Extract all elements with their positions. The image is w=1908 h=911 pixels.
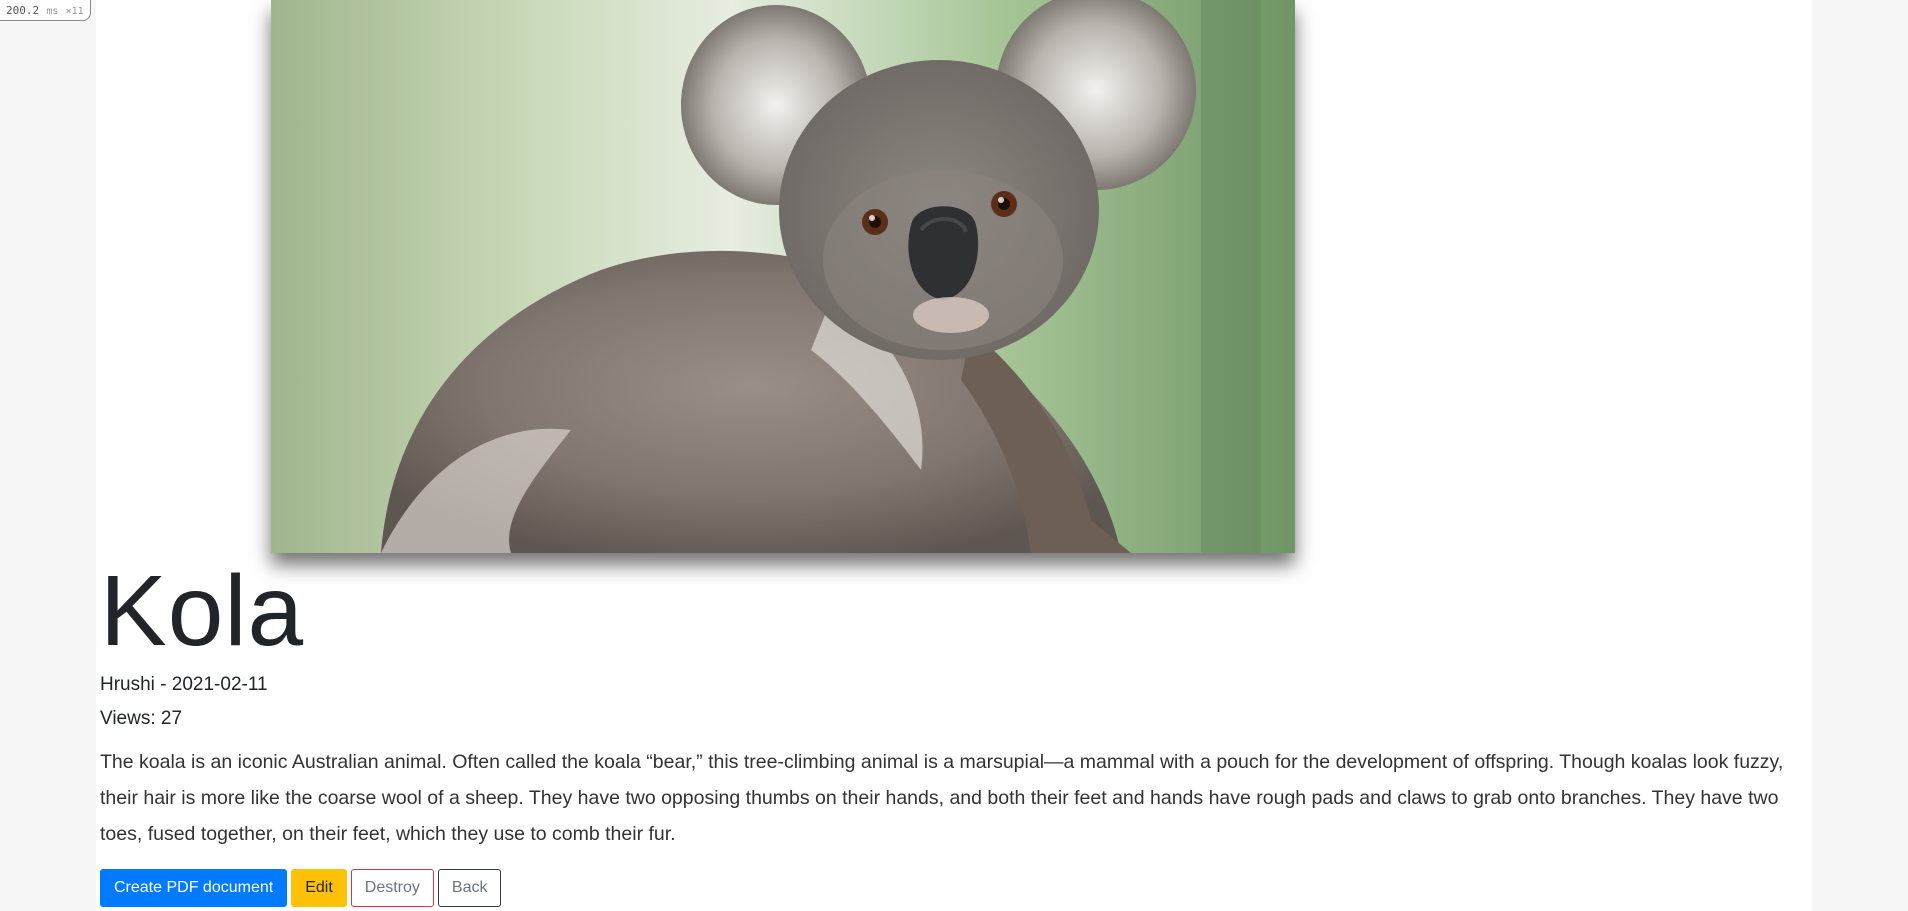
profiler-badge[interactable]: 200.2 ms ×11 [0, 0, 91, 21]
profiler-unit: ms [46, 6, 59, 17]
back-button[interactable]: Back [437, 869, 502, 907]
koala-photo-illustration [271, 0, 1295, 553]
author-date: Hrushi - 2021-02-11 [100, 674, 268, 695]
create-pdf-button[interactable]: Create PDF document [100, 869, 288, 907]
profiler-count: ×11 [65, 6, 84, 17]
destroy-button[interactable]: Destroy [350, 869, 434, 907]
profiler-time: 200.2 [6, 4, 40, 17]
page-title: Kola [100, 555, 305, 667]
edit-button[interactable]: Edit [291, 869, 347, 907]
koala-image [271, 0, 1295, 553]
article-description: The koala is an iconic Australian animal… [100, 751, 1784, 845]
main-container: Kola Hrushi - 2021-02-11 Views: 27 The k… [96, 0, 1812, 911]
view-count: Views: 27 [100, 708, 183, 729]
action-buttons: Create PDF document Edit Destroy Back [100, 869, 502, 907]
